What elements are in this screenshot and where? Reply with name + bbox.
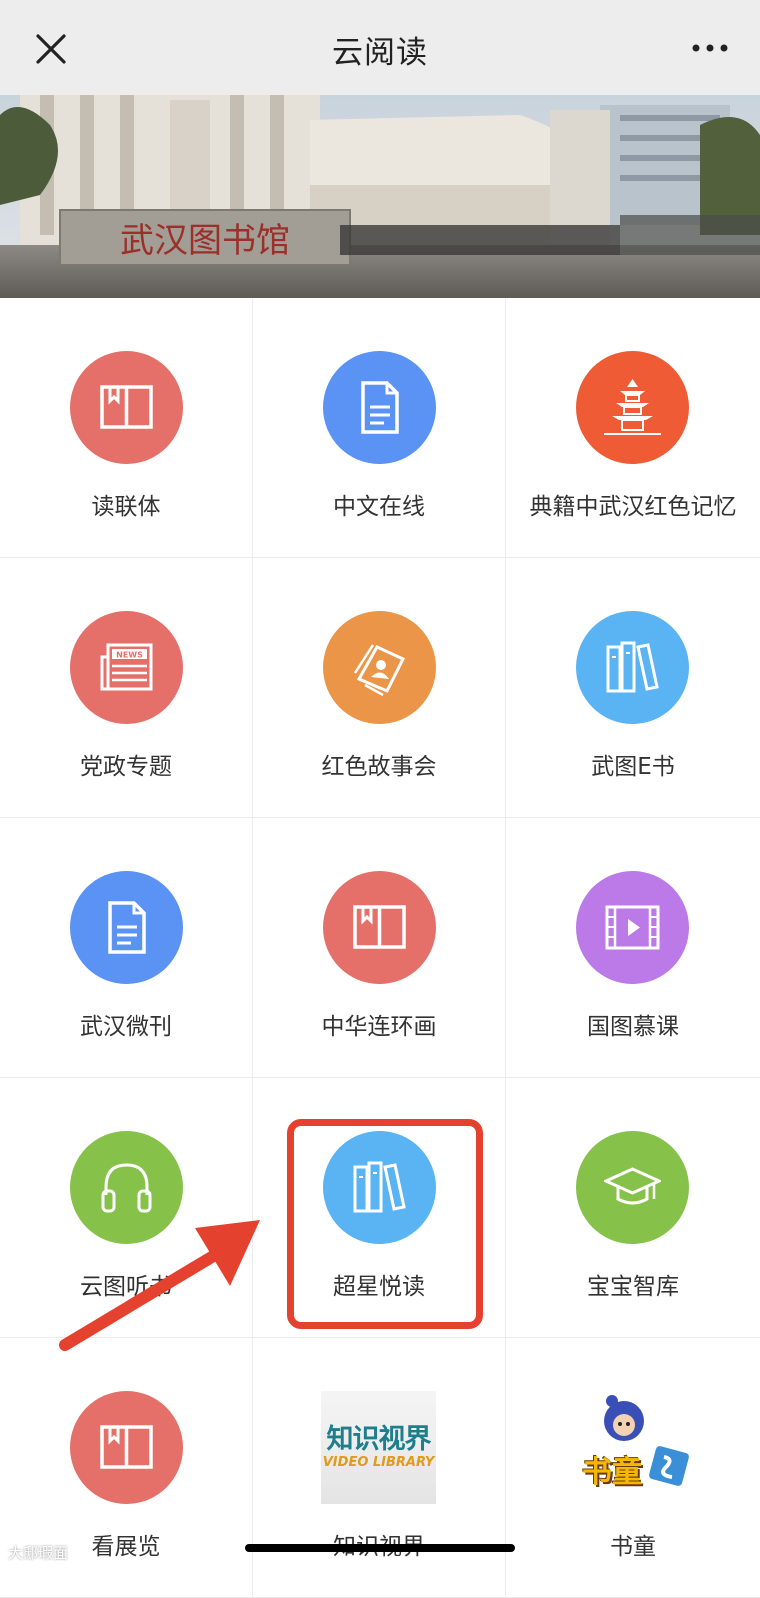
document-icon: [361, 381, 399, 434]
grid-item-label: 典籍中武汉红色记忆: [529, 494, 737, 520]
grid-item-shutong[interactable]: 书童 书童: [506, 1338, 760, 1598]
video-icon: [605, 905, 660, 950]
zhongwen-zaixian-icon-circle: [323, 351, 436, 464]
page-title: 云阅读: [332, 35, 428, 71]
grid-item-dulianti[interactable]: 读联体: [0, 298, 253, 558]
kan-zhanlan-icon-circle: [70, 1391, 183, 1504]
news-icon: NEWS: [100, 643, 153, 691]
grid-item-label: 中华连环画: [321, 1014, 437, 1040]
grid-item-dianji-wuhan[interactable]: 典籍中武汉红色记忆: [506, 298, 760, 558]
grid-item-wuhan-weikan[interactable]: 武汉微刊: [0, 818, 253, 1078]
shutong-logo-text: 书童: [582, 1455, 642, 1490]
logo-text-sub: VIDEO LIBRARY: [322, 1455, 435, 1470]
video-library-logo: 知识视界 VIDEO LIBRARY: [321, 1391, 436, 1504]
grid-item-dangzheng[interactable]: NEWS 党政专题: [0, 558, 253, 818]
grid-item-label: 书童: [610, 1534, 656, 1560]
grid-item-label: 宝宝智库: [587, 1274, 679, 1300]
grid-item-label: 国图慕课: [587, 1014, 679, 1040]
svg-text:NEWS: NEWS: [116, 651, 143, 660]
book-icon: [353, 905, 406, 949]
graduation-cap-icon: [604, 1167, 661, 1205]
dangzheng-icon-circle: NEWS: [70, 611, 183, 724]
wuhan-weikan-icon-circle: [70, 871, 183, 984]
library-banner-image: 武汉图书馆: [0, 95, 760, 298]
top-navigation-bar: 云阅读: [0, 0, 760, 95]
pointer-arrow-annotation: [59, 1220, 260, 1351]
grid-item-label: 红色故事会: [321, 754, 437, 780]
grid-item-hongse-gushi[interactable]: 红色故事会: [253, 558, 506, 818]
wutu-eshu-icon-circle: [576, 611, 689, 724]
shutong-logo: 书童: [574, 1391, 692, 1504]
guotu-muke-icon-circle: [576, 871, 689, 984]
grid-item-zhonghua-lianhuanhua[interactable]: 中华连环画: [253, 818, 506, 1078]
book-icon: [100, 385, 153, 429]
book-icon: [100, 1425, 153, 1469]
headphones-icon: [101, 1163, 152, 1213]
grid-item-label: 中文在线: [333, 494, 425, 520]
zhonghua-lianhuanhua-icon-circle: [323, 871, 436, 984]
library-sign-text: 武汉图书馆: [120, 221, 290, 261]
stories-icon: [353, 644, 406, 696]
grid-item-zhongwen-zaixian[interactable]: 中文在线: [253, 298, 506, 558]
grid-item-wutu-eshu[interactable]: 武图E书: [506, 558, 760, 818]
bookshelf-icon: [606, 641, 659, 693]
watermark-text: 大邸瑕面: [8, 1544, 69, 1562]
grid-item-baobao-zhiku[interactable]: 宝宝智库: [506, 1078, 760, 1338]
grid-item-label: 读联体: [91, 494, 161, 520]
grid-item-label: 党政专题: [80, 754, 172, 780]
grid-item-label: 武汉微刊: [80, 1014, 172, 1040]
more-icon[interactable]: [690, 38, 730, 58]
baobao-zhiku-icon-circle: [576, 1131, 689, 1244]
grid-item-label: 武图E书: [591, 754, 675, 780]
pagoda-icon: [604, 379, 661, 435]
grid-item-zhishi-shijie[interactable]: 知识视界 VIDEO LIBRARY 知识视界: [253, 1338, 506, 1598]
highlight-box: [287, 1119, 483, 1329]
grid-item-guotu-muke[interactable]: 国图慕课: [506, 818, 760, 1078]
home-indicator: [245, 1544, 515, 1552]
dianji-wuhan-icon-circle: [576, 351, 689, 464]
document-icon: [108, 901, 146, 954]
logo-text-main: 知识视界: [326, 1424, 432, 1455]
dulianti-icon-circle: [70, 351, 183, 464]
hongse-gushi-icon-circle: [323, 611, 436, 724]
